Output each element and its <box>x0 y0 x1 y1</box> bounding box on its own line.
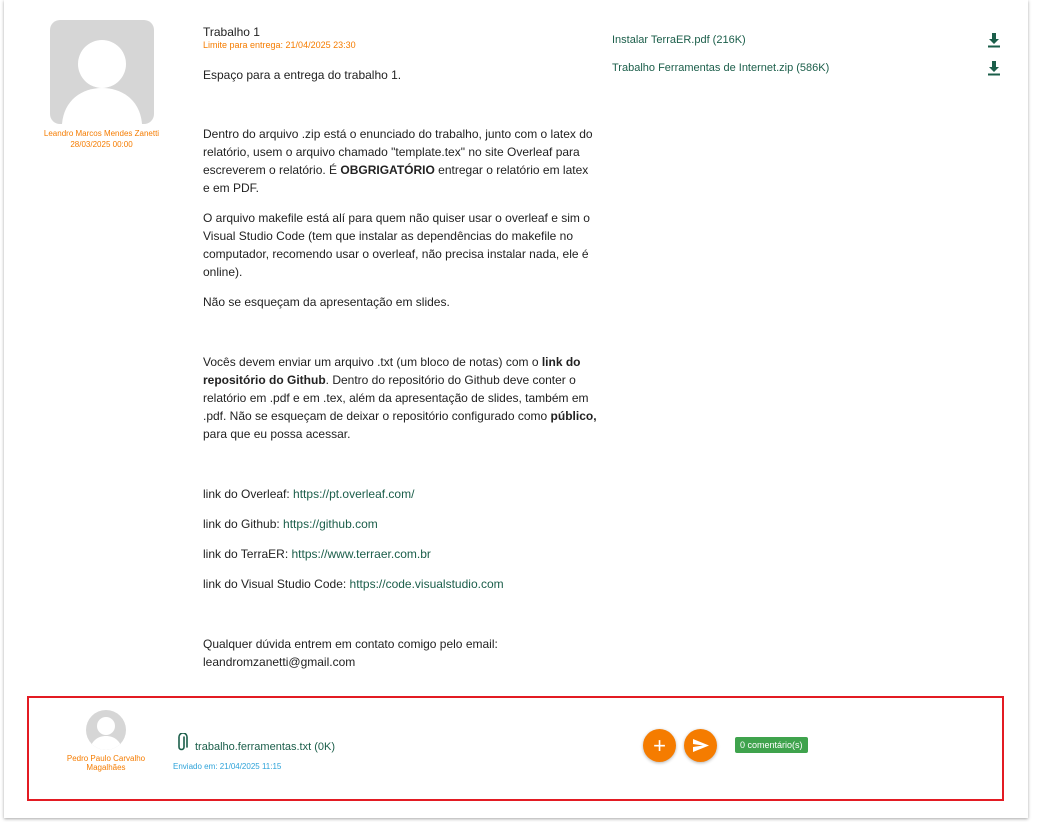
post-title: Trabalho 1 <box>203 25 260 39</box>
comments-badge[interactable]: 0 comentário(s) <box>735 737 808 753</box>
overleaf-link[interactable]: https://pt.overleaf.com/ <box>293 487 414 501</box>
author-avatar <box>49 20 154 124</box>
attachment-item[interactable]: Instalar TerraER.pdf (216K) <box>612 32 1004 60</box>
download-icon[interactable] <box>987 60 1001 76</box>
vscode-link[interactable]: https://code.visualstudio.com <box>350 577 504 591</box>
link-line-terraer: link do TerraER: https://www.terraer.com… <box>203 547 431 561</box>
post-date: 28/03/2025 00:00 <box>70 140 133 149</box>
post-body: Espaço para a entrega do trabalho 1. Den… <box>203 66 598 671</box>
link-line-github: link do Github: https://github.com <box>203 517 378 531</box>
submitted-file-link[interactable]: trabalho.ferramentas.txt (0K) <box>195 741 335 753</box>
submission-row: Pedro Paulo Carvalho Magalhães trabalho.… <box>27 696 1004 801</box>
user-silhouette-icon <box>61 40 142 124</box>
github-link[interactable]: https://github.com <box>283 517 378 531</box>
zip-paragraph: Dentro do arquivo .zip está o enunciado … <box>203 127 593 195</box>
contact-paragraph: Qualquer dúvida entrem em contato comigo… <box>203 637 498 669</box>
download-icon[interactable] <box>987 32 1001 48</box>
attachment-item[interactable]: Trabalho Ferramentas de Internet.zip (58… <box>612 60 1004 88</box>
student-info: Pedro Paulo Carvalho Magalhães <box>61 710 151 772</box>
deadline-label: Limite para entrega: 21/04/2025 23:30 <box>203 40 356 50</box>
attachment-name[interactable]: Trabalho Ferramentas de Internet.zip (58… <box>612 62 829 74</box>
post-author: Leandro Marcos Mendes Zanetti 28/03/2025… <box>34 20 169 150</box>
add-button[interactable]: + <box>643 729 676 762</box>
intro-paragraph: Espaço para a entrega do trabalho 1. <box>203 68 402 82</box>
link-line-overleaf: link do Overleaf: https://pt.overleaf.co… <box>203 487 415 501</box>
student-name: Pedro Paulo Carvalho Magalhães <box>66 754 146 772</box>
terraer-link[interactable]: https://www.terraer.com.br <box>291 547 430 561</box>
slides-paragraph: Não se esqueçam da apresentação em slide… <box>203 295 450 309</box>
author-name: Leandro Marcos Mendes Zanetti <box>43 129 160 138</box>
link-line-vscode: link do Visual Studio Code: https://code… <box>203 577 504 591</box>
attachment-name[interactable]: Instalar TerraER.pdf (216K) <box>612 34 746 46</box>
github-paragraph: Vocês devem enviar um arquivo .txt (um b… <box>203 355 597 441</box>
student-avatar <box>86 710 126 750</box>
send-icon <box>693 739 709 752</box>
sent-date: Enviado em: 21/04/2025 11:15 <box>173 762 282 771</box>
attachments-list: Instalar TerraER.pdf (216K) Trabalho Fer… <box>612 32 1004 88</box>
post-content: Trabalho 1 Limite para entrega: 21/04/20… <box>203 25 598 671</box>
makefile-paragraph: O arquivo makefile está alí para quem nã… <box>203 211 590 279</box>
send-button[interactable] <box>684 729 717 762</box>
user-silhouette-icon <box>90 717 122 750</box>
paperclip-icon <box>178 733 188 751</box>
